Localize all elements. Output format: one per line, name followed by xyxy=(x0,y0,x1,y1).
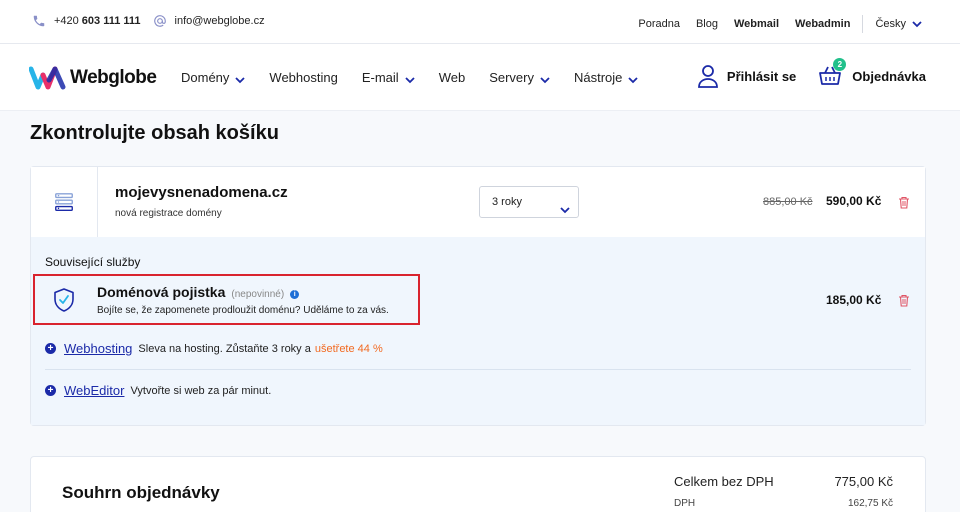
total-value: 775,00 Kč xyxy=(834,474,893,489)
language-selector[interactable]: Česky xyxy=(875,18,922,30)
trash-icon[interactable] xyxy=(898,294,910,307)
period-select[interactable]: 3 roky xyxy=(479,186,579,218)
chevron-down-icon xyxy=(912,19,922,29)
link-blog[interactable]: Blog xyxy=(696,18,718,30)
link-webadmin[interactable]: Webadmin xyxy=(795,18,850,30)
logo-text: Webglobe xyxy=(70,67,157,88)
email-contact[interactable]: info@webglobe.cz xyxy=(153,14,265,28)
contact-info: +420 603 111 111 info@webglobe.cz xyxy=(32,14,277,28)
menu-servery[interactable]: Servery xyxy=(489,70,550,85)
shield-icon xyxy=(54,288,74,312)
chevron-down-icon xyxy=(540,73,550,83)
cart-count-badge: 2 xyxy=(833,58,847,71)
top-bar: +420 603 111 111 info@webglobe.cz Poradn… xyxy=(0,0,960,44)
login-label: Přihlásit se xyxy=(726,68,797,84)
domain-icon-box xyxy=(31,167,98,237)
plus-icon[interactable]: + xyxy=(45,343,56,354)
chevron-down-icon xyxy=(405,73,415,83)
trash-icon[interactable] xyxy=(898,196,910,209)
webeditor-link[interactable]: WebEditor xyxy=(64,383,124,398)
logo-icon xyxy=(29,66,66,90)
menu-webhosting[interactable]: Webhosting xyxy=(269,70,337,85)
link-webmail[interactable]: Webmail xyxy=(734,18,779,30)
related-services-title: Související služby xyxy=(45,255,141,269)
at-icon xyxy=(153,14,167,28)
domain-name: mojevysnenadomena.cz xyxy=(115,184,288,201)
menu-label: Servery xyxy=(489,70,534,85)
domain-insurance-item: Doménová pojistka (nepovinné) i Bojíte se,… xyxy=(33,274,420,325)
phone-prefix: +420 xyxy=(54,15,79,27)
divider xyxy=(862,15,864,33)
menu-label: Webhosting xyxy=(269,70,338,85)
domain-item-row: mojevysnenadomena.cz nová registrace dom… xyxy=(31,167,925,237)
insurance-optional-label: (nepovinné) xyxy=(231,289,285,300)
main-navigation: Webglobe Domény Webhosting E-mail Web Se… xyxy=(0,44,960,111)
order-button[interactable]: 2 Objednávka xyxy=(818,58,926,88)
webhosting-text: Sleva na hosting. Zůstaňte 3 roky a xyxy=(138,342,311,355)
insurance-name: Doménová pojistka xyxy=(97,284,226,300)
cart: 2 xyxy=(818,58,847,88)
server-icon xyxy=(55,193,73,211)
menu-web[interactable]: Web xyxy=(439,70,466,85)
order-label: Objednávka xyxy=(852,68,926,84)
period-value: 3 roky xyxy=(492,196,522,208)
webeditor-addon: + WebEditor Vytvořte si web za pár minut… xyxy=(45,383,271,398)
phone-number: 603 111 111 xyxy=(81,15,141,27)
insurance-price: 185,00 Kč xyxy=(826,293,882,307)
info-icon[interactable]: i xyxy=(290,290,300,299)
email-address: info@webglobe.cz xyxy=(174,15,265,27)
webeditor-text: Vytvořte si web za pár minut. xyxy=(130,384,272,397)
page-title: Zkontrolujte obsah košíku xyxy=(30,122,279,144)
menu-email[interactable]: E-mail xyxy=(362,70,415,85)
webglobe-logo[interactable]: Webglobe xyxy=(29,66,157,90)
main-menu: Domény Webhosting E-mail Web Servery Nás… xyxy=(181,70,662,85)
menu-label: E-mail xyxy=(361,70,399,85)
nav-actions: Přihlásit se 2 Objednávka xyxy=(675,58,926,88)
total-label: Celkem bez DPH xyxy=(674,474,774,489)
menu-label: Web xyxy=(438,70,466,85)
divider xyxy=(45,369,911,370)
chevron-down-icon xyxy=(560,197,570,214)
phone-contact[interactable]: +420 603 111 111 xyxy=(32,14,141,28)
phone-icon xyxy=(32,14,46,28)
top-links: Poradna Blog Webmail Webadmin Česky xyxy=(622,15,922,33)
vat-value: 162,75 Kč xyxy=(847,498,893,509)
related-services: Související služby Doménová pojistka (nep… xyxy=(31,237,925,425)
plus-icon[interactable]: + xyxy=(45,385,56,396)
language-label: Česky xyxy=(875,18,906,30)
menu-label: Domény xyxy=(181,70,230,85)
webhosting-discount: ušetřete 44 % xyxy=(314,342,383,355)
order-summary-card: Souhrn objednávky Celkem bez DPH 775,00 … xyxy=(30,456,926,512)
vat-label: DPH xyxy=(674,498,696,509)
insurance-description: Bojíte se, že zapomenete prodloužit domé… xyxy=(97,305,389,316)
cart-card: mojevysnenadomena.cz nová registrace dom… xyxy=(30,166,926,426)
old-price: 885,00 Kč xyxy=(763,196,813,208)
insurance-title: Doménová pojistka (nepovinné) i xyxy=(97,284,300,300)
webhosting-addon: + Webhosting Sleva na hosting. Zůstaňte … xyxy=(45,341,383,356)
menu-domeny[interactable]: Domény xyxy=(181,70,246,85)
chevron-down-icon xyxy=(235,73,246,83)
chevron-down-icon xyxy=(628,73,639,83)
login-button[interactable]: Přihlásit se xyxy=(697,64,796,88)
user-icon xyxy=(698,65,718,88)
link-poradna[interactable]: Poradna xyxy=(638,18,680,30)
menu-nastroje[interactable]: Nástroje xyxy=(573,70,639,85)
webhosting-link[interactable]: Webhosting xyxy=(64,341,132,356)
domain-subtitle: nová registrace domény xyxy=(115,208,222,219)
summary-title: Souhrn objednávky xyxy=(62,483,220,502)
menu-label: Nástroje xyxy=(573,70,623,85)
domain-price: 590,00 Kč xyxy=(826,194,882,208)
